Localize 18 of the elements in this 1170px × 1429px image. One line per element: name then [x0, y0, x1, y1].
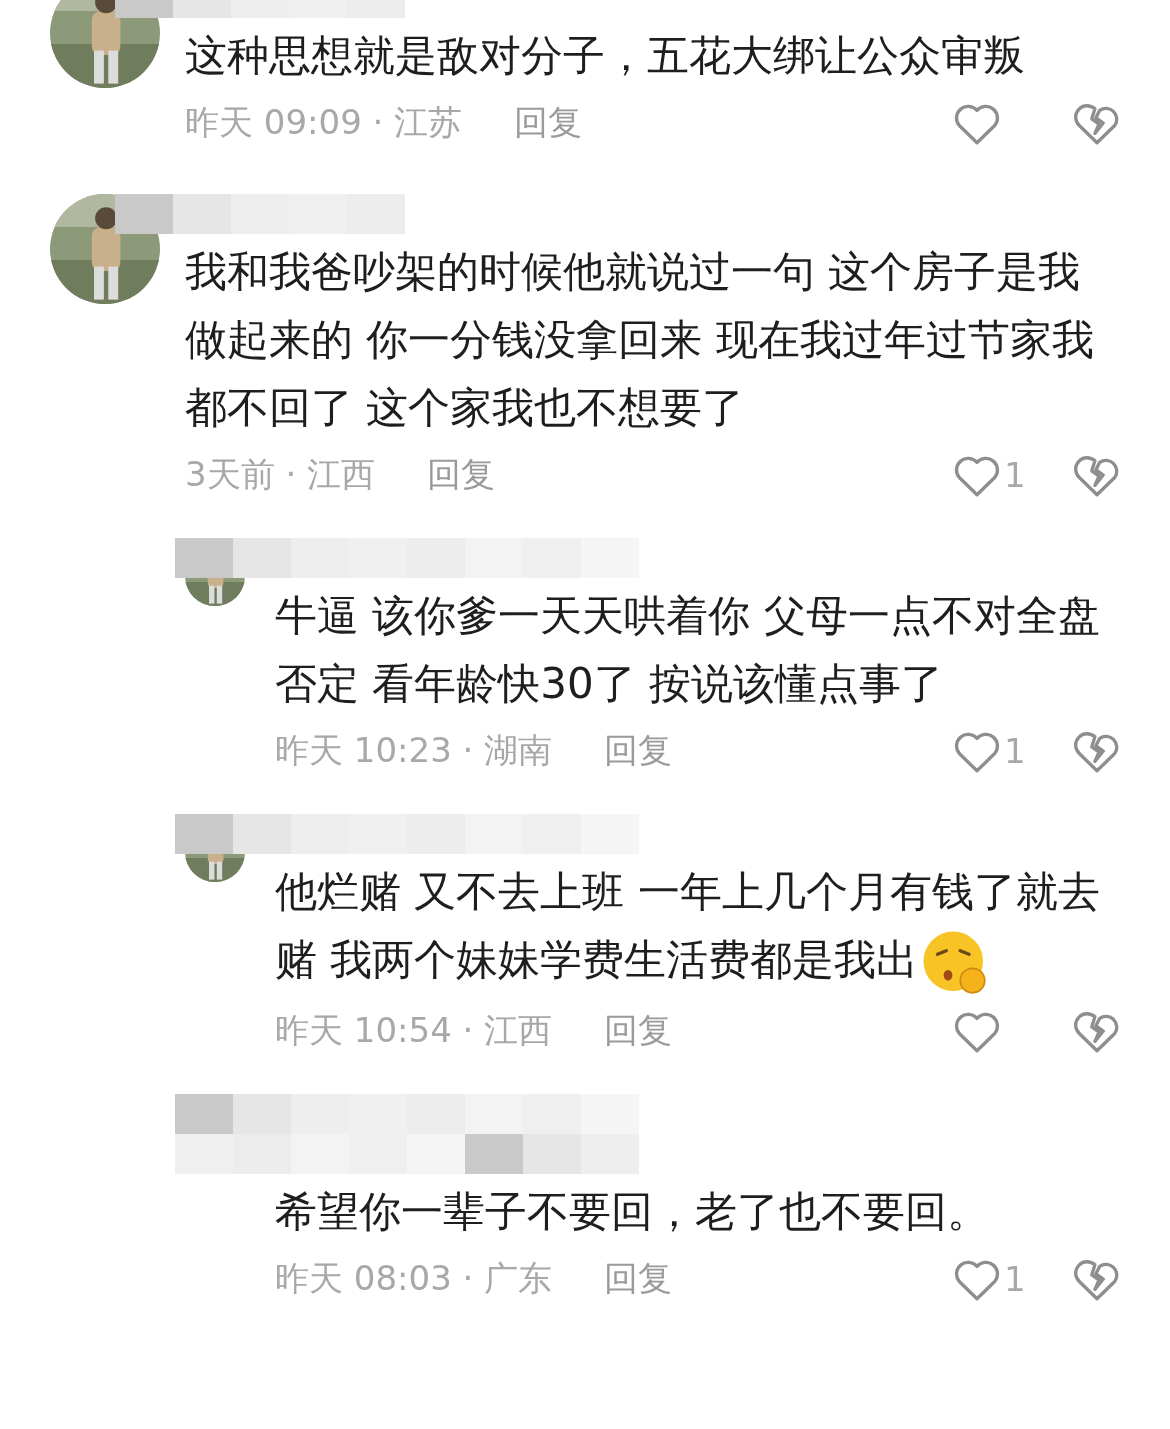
comment-text: 我和我爸吵架的时候他就说过一句 这个房子是我做起来的 你一分钱没拿回来 现在我过年过节家我都不回了 这个家我也不想要了	[185, 246, 1095, 434]
like-button[interactable]: 1	[952, 1255, 1048, 1302]
like-button[interactable]: 1	[952, 728, 1048, 774]
comment-text: 他烂赌 又不去上班 一年上几个月有钱了就去赌 我两个妹妹学费生活费都是我出	[275, 858, 1122, 998]
reply-link[interactable]: 回复	[427, 452, 496, 498]
comment-time-location: 昨天 10:54 · 江西	[275, 1008, 553, 1052]
comment-text: 这种思想就是敌对分子，五花大绑让公众审叛	[185, 30, 1026, 82]
reply-link[interactable]: 回复	[604, 1007, 673, 1054]
comment-time-location: 昨天 09:09 · 江苏	[185, 101, 463, 144]
comment-time-location: 昨天 10:23 · 湖南	[275, 729, 553, 772]
reply-link[interactable]: 回复	[514, 100, 583, 146]
reply-link[interactable]: 回复	[604, 1255, 673, 1302]
comment-text: 希望你一辈子不要回，老了也不要回。	[275, 1185, 990, 1238]
comment-time-location: 昨天 08:03 · 广东	[275, 1256, 553, 1300]
comment-time-location: 3天前 · 江西	[185, 453, 376, 496]
comment-text: 牛逼 该你爹一天天哄着你 父母一点不对全盘否定 看年龄快30了 按说该懂点事了	[275, 590, 1101, 710]
like-button[interactable]: 1	[952, 452, 1048, 498]
reply-link[interactable]: 回复	[604, 728, 673, 774]
